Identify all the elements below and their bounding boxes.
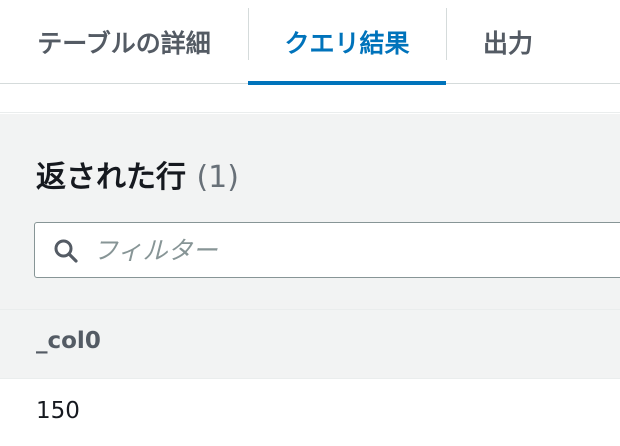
tab-bar: テーブルの詳細 クエリ結果 出力 [0, 0, 620, 85]
column-header-col0[interactable]: _col0 [36, 328, 101, 354]
tab-output[interactable]: 出力 [446, 0, 570, 84]
panel-title-text: 返された行 [36, 160, 186, 195]
filter-field[interactable] [34, 222, 620, 278]
tabs-spacer [0, 85, 620, 113]
table-row [0, 379, 620, 446]
tab-table-details[interactable]: テーブルの詳細 [0, 0, 248, 84]
tab-label: テーブルの詳細 [37, 29, 211, 58]
table-top-divider [0, 309, 620, 310]
tab-label: クエリ結果 [284, 29, 410, 58]
row-count: (1) [196, 160, 239, 195]
tab-query-results[interactable]: クエリ結果 [248, 0, 446, 85]
search-icon [54, 239, 78, 263]
filter-input[interactable] [93, 231, 613, 269]
panel-title: 返された行 (1) [36, 152, 239, 196]
table-cell: 150 [36, 398, 80, 424]
tab-label: 出力 [482, 29, 533, 58]
